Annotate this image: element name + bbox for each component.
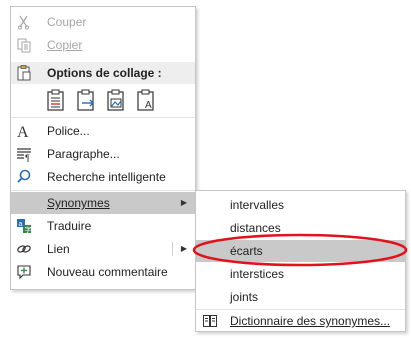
scissors-icon bbox=[15, 13, 33, 31]
svg-text:a: a bbox=[19, 221, 23, 228]
svg-text:A: A bbox=[17, 124, 29, 140]
paste-text-only-icon[interactable]: A bbox=[135, 88, 157, 112]
synonyms-menu-item[interactable]: Synonymes ▶ bbox=[11, 192, 195, 214]
paragraph-menu-item[interactable]: ¶ Paragraphe... bbox=[11, 143, 195, 165]
copy-label: Copier bbox=[47, 38, 83, 52]
synonym-item[interactable]: distances bbox=[196, 217, 405, 239]
synonyms-submenu: intervalles distances écarts interstices… bbox=[195, 190, 406, 332]
synonym-label: écarts bbox=[230, 244, 263, 258]
context-menu: Couper Copier Options de collage : A A P… bbox=[10, 6, 196, 290]
paste-options-header: Options de collage : bbox=[11, 62, 195, 84]
paste-options-label: Options de collage : bbox=[47, 66, 162, 80]
translate-label: Traduire bbox=[47, 219, 92, 233]
paragraph-label: Paragraphe... bbox=[47, 147, 120, 161]
submenu-arrow-icon: ▶ bbox=[180, 198, 187, 207]
smart-lookup-label: Recherche intelligente bbox=[47, 170, 166, 184]
search-icon bbox=[15, 168, 33, 186]
synonym-label: joints bbox=[230, 290, 259, 304]
svg-text:字: 字 bbox=[25, 225, 32, 234]
translate-icon: a 字 bbox=[15, 217, 33, 235]
copy-menu-item[interactable]: Copier bbox=[11, 34, 195, 56]
paste-merge-formatting-icon[interactable] bbox=[75, 88, 97, 112]
clipboard-icon bbox=[15, 64, 33, 82]
paste-keep-formatting-icon[interactable] bbox=[45, 88, 67, 112]
cut-label: Couper bbox=[47, 15, 87, 29]
smart-lookup-menu-item[interactable]: Recherche intelligente bbox=[11, 166, 195, 188]
synonym-item[interactable]: intervalles bbox=[196, 194, 405, 216]
new-comment-label: Nouveau commentaire bbox=[47, 265, 168, 279]
font-label: Police... bbox=[47, 124, 90, 138]
link-label: Lien bbox=[47, 242, 70, 256]
thesaurus-label: Dictionnaire des synonymes... bbox=[230, 314, 391, 328]
cut-menu-item[interactable]: Couper bbox=[11, 11, 195, 33]
synonym-item[interactable]: interstices bbox=[196, 263, 405, 285]
thesaurus-icon bbox=[202, 313, 218, 329]
synonym-item-highlighted[interactable]: écarts bbox=[196, 240, 405, 262]
svg-text:A: A bbox=[145, 100, 152, 111]
new-comment-menu-item[interactable]: Nouveau commentaire bbox=[11, 261, 195, 283]
menu-divider bbox=[11, 190, 195, 191]
menu-divider bbox=[11, 117, 195, 118]
link-menu-item[interactable]: Lien ▶ bbox=[11, 238, 195, 260]
synonym-label: interstices bbox=[230, 267, 285, 281]
font-menu-item[interactable]: A Police... bbox=[11, 120, 195, 142]
synonym-label: intervalles bbox=[230, 198, 285, 212]
font-icon: A bbox=[15, 122, 33, 140]
paragraph-icon: ¶ bbox=[15, 145, 33, 163]
thesaurus-menu-item[interactable]: Dictionnaire des synonymes... bbox=[196, 310, 405, 332]
copy-icon bbox=[15, 36, 33, 54]
submenu-arrow-icon[interactable]: ▶ bbox=[181, 238, 187, 260]
translate-menu-item[interactable]: a 字 Traduire bbox=[11, 215, 195, 237]
svg-text:¶: ¶ bbox=[25, 153, 30, 163]
synonym-label: distances bbox=[230, 221, 281, 235]
paste-options-row: A bbox=[45, 87, 185, 113]
synonyms-label: Synonymes bbox=[47, 196, 110, 210]
split-divider bbox=[172, 242, 173, 256]
link-icon bbox=[15, 240, 33, 258]
synonym-item[interactable]: joints bbox=[196, 286, 405, 308]
comment-icon bbox=[15, 263, 33, 281]
paste-picture-icon[interactable] bbox=[105, 88, 127, 112]
